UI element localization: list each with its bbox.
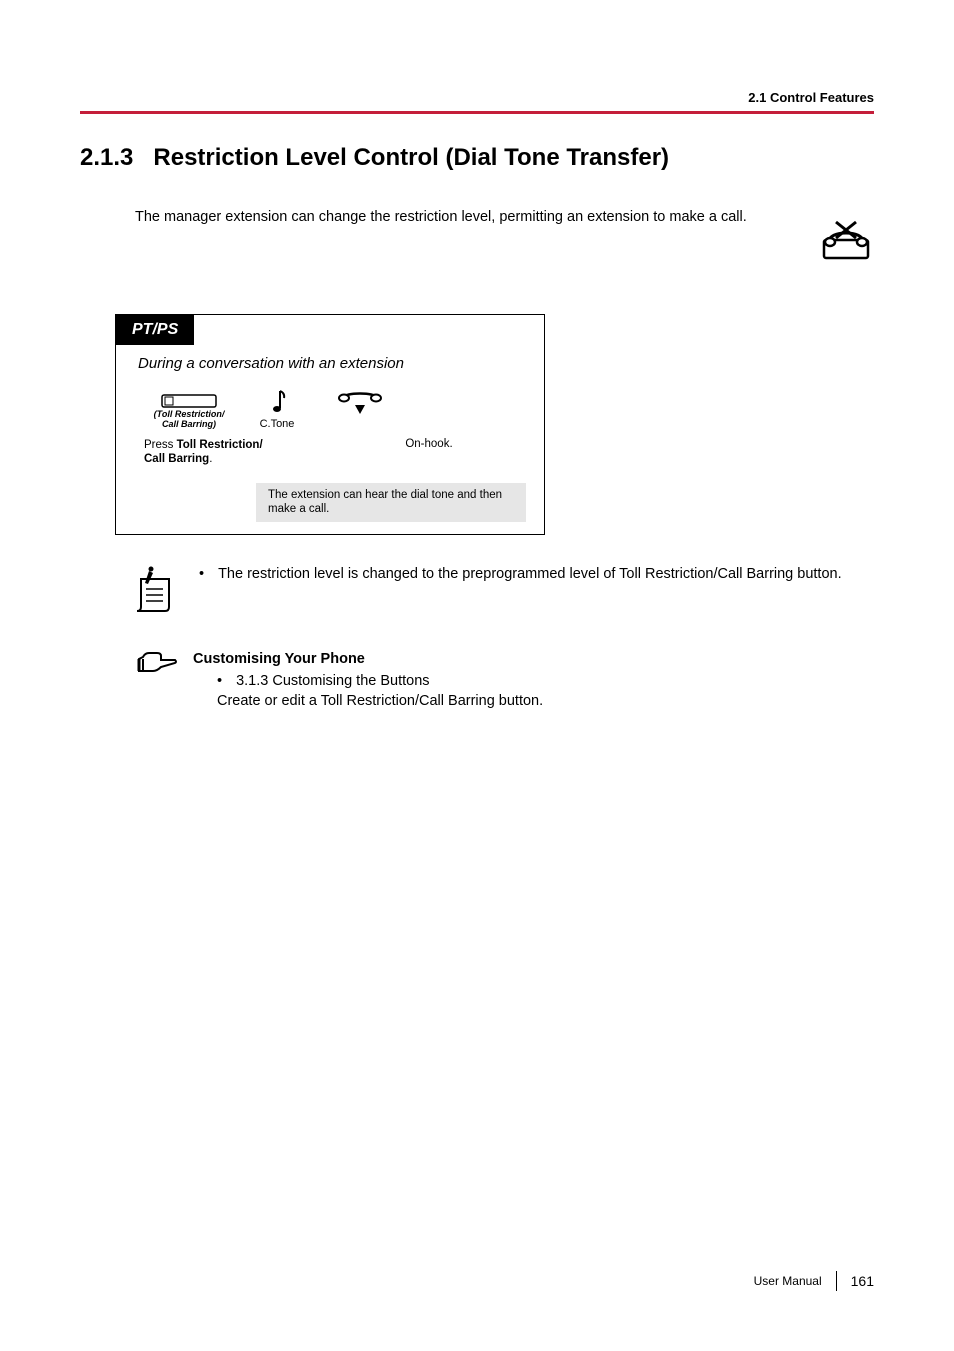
note-text: • The restriction level is changed to th… <box>199 565 874 585</box>
customising-item: 3.1.3 Customising the Buttons <box>236 671 429 691</box>
footer-manual-label: User Manual <box>754 1274 822 1288</box>
music-note-icon <box>267 388 287 416</box>
page-number: 161 <box>851 1273 874 1289</box>
phone-x-icon <box>818 208 874 264</box>
customising-desc: Create or edit a Toll Restriction/Call B… <box>217 691 543 711</box>
footer-divider <box>836 1271 837 1291</box>
section-heading-text: Restriction Level Control (Dial Tone Tra… <box>153 144 669 171</box>
ctone-label: C.Tone <box>252 418 302 430</box>
button-label-line2: Call Barring) <box>144 420 234 430</box>
caption-on-hook: On-hook. <box>354 438 504 467</box>
customising-heading: Customising Your Phone <box>193 649 543 669</box>
section-number: 2.1.3 <box>80 144 133 171</box>
intro-text: The manager extension can change the res… <box>135 208 800 228</box>
note-body: The restriction level is changed to the … <box>218 565 842 585</box>
pencil-note-icon <box>135 565 175 613</box>
header-breadcrumb: 2.1 Control Features <box>80 90 874 111</box>
phone-button-icon <box>161 394 217 408</box>
header-rule <box>80 111 874 114</box>
caption-press-toll: Press Toll Restriction/ Call Barring. <box>144 438 274 467</box>
onhook-icon <box>336 388 384 416</box>
procedure-subtitle: During a conversation with an extension <box>116 345 544 384</box>
procedure-box: PT/PS During a conversation with an exte… <box>115 314 545 535</box>
procedure-badge: PT/PS <box>116 315 194 345</box>
bullet: • <box>217 671 222 691</box>
bullet: • <box>199 565 204 585</box>
gray-note: The extension can hear the dial tone and… <box>256 483 526 522</box>
pointing-hand-icon <box>135 649 179 677</box>
footer: User Manual 161 <box>754 1271 874 1291</box>
section-title: 2.1.3 Restriction Level Control (Dial To… <box>80 144 874 172</box>
